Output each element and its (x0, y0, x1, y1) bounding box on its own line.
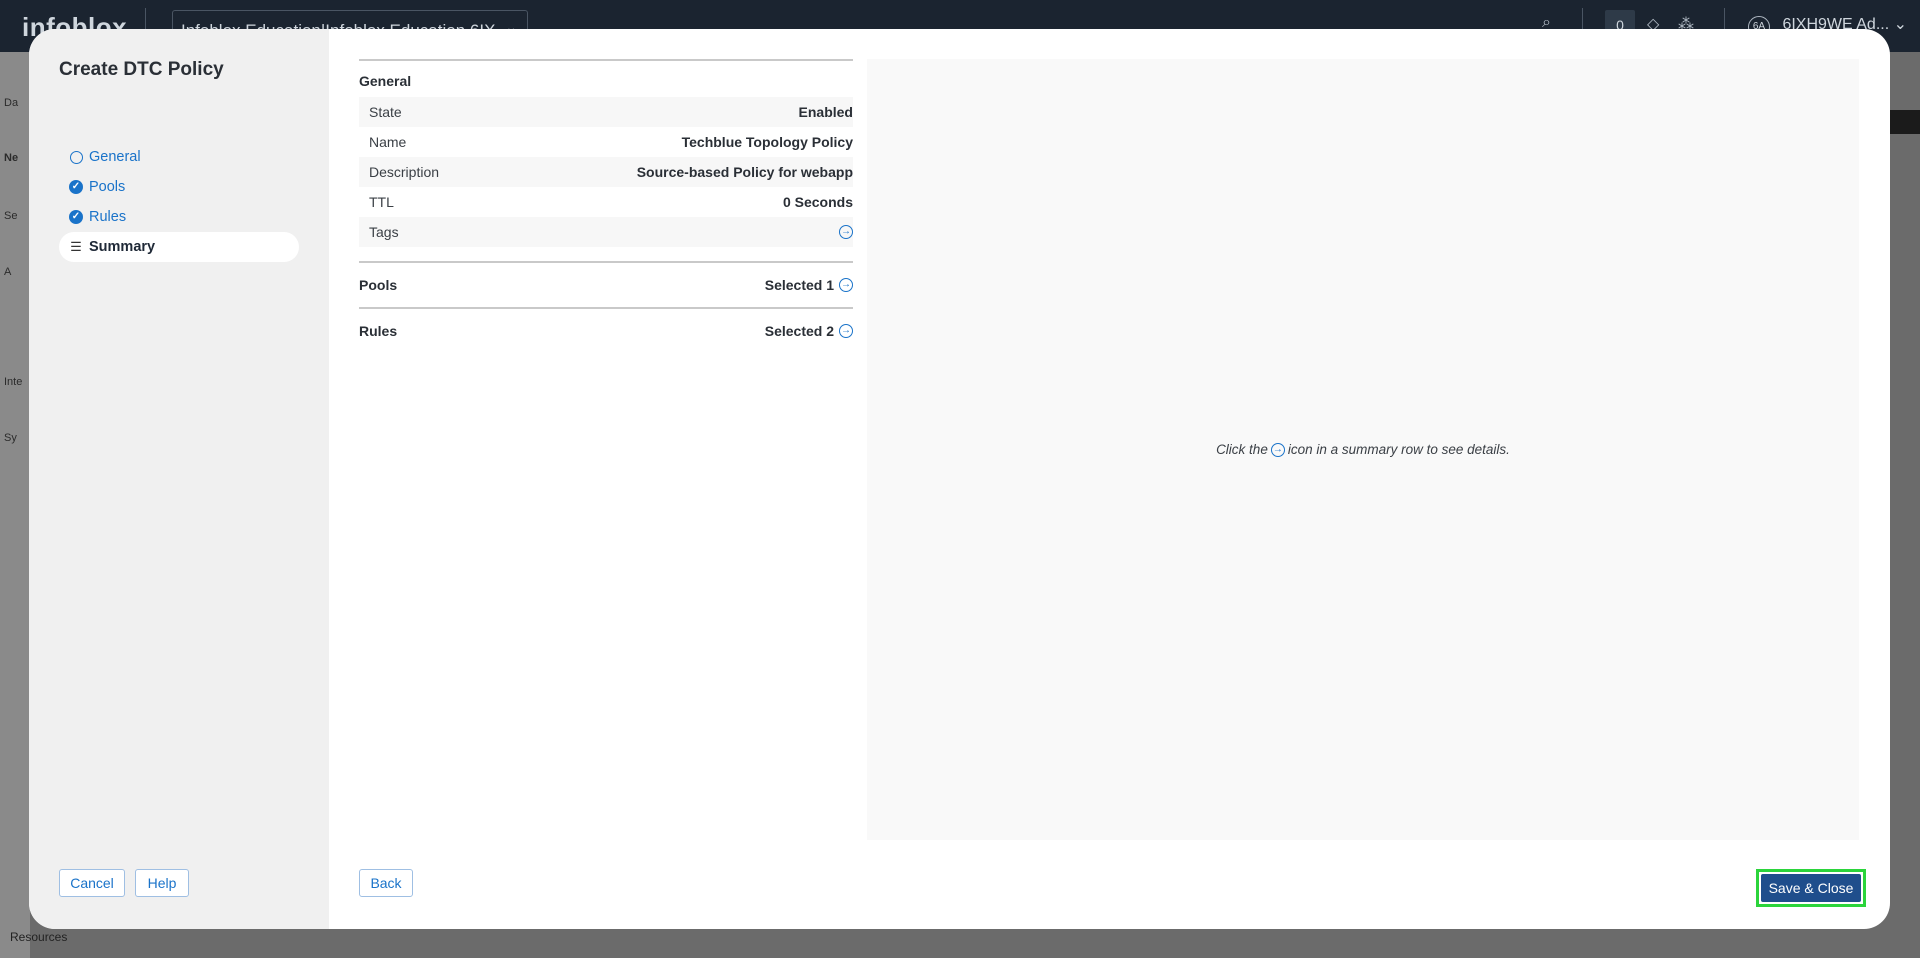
hint-text-before: Click the (1216, 442, 1268, 457)
detail-panel: Click the → icon in a summary row to see… (867, 59, 1859, 840)
background-button (1886, 110, 1920, 134)
help-button[interactable]: Help (135, 869, 189, 897)
summary-row-rules: Rules Selected 2 → (359, 309, 853, 353)
resources-link[interactable]: Resources (10, 930, 67, 944)
sidebar-item-label[interactable]: Da (4, 97, 18, 109)
check-circle-icon: ✓ (69, 210, 83, 224)
summary-row-description: Description Source-based Policy for weba… (359, 157, 853, 187)
row-label: State (369, 104, 402, 120)
row-label: Description (369, 164, 440, 180)
pools-selected-count: Selected 1 (764, 277, 834, 293)
pools-section-title: Pools (359, 277, 398, 293)
cancel-button[interactable]: Cancel (59, 869, 125, 897)
back-button[interactable]: Back (359, 869, 413, 897)
modal-title: Create DTC Policy (59, 59, 224, 80)
summary-row-state: State Enabled (359, 97, 853, 127)
circle-arrow-right-icon[interactable]: → (839, 278, 853, 292)
hint-text-after: icon in a summary row to see details. (1287, 442, 1510, 457)
sidebar-item-label[interactable]: A (4, 266, 11, 278)
row-value: Techblue Topology Policy (681, 134, 853, 150)
chevron-down-icon: ⌄ (1893, 16, 1908, 33)
wizard-sidebar: Create DTC Policy General ✓ Pools ✓ Rule… (29, 29, 329, 929)
detail-hint: Click the → icon in a summary row to see… (1216, 442, 1510, 457)
summary-row-ttl: TTL 0 Seconds (359, 187, 853, 217)
summary-panel: General State Enabled Name Techblue Topo… (359, 59, 853, 353)
rules-selected-count: Selected 2 (764, 323, 834, 339)
step-label: Pools (89, 179, 126, 195)
step-general[interactable]: General (59, 142, 329, 172)
row-value: 0 Seconds (782, 194, 853, 210)
summary-row-name: Name Techblue Topology Policy (359, 127, 853, 157)
general-rows: State Enabled Name Techblue Topology Pol… (359, 97, 853, 247)
circle-arrow-right-icon[interactable]: → (839, 324, 853, 338)
row-label: Tags (369, 224, 399, 240)
step-label: Rules (89, 209, 127, 225)
sidebar-item-label[interactable]: Se (4, 210, 17, 222)
step-summary[interactable]: ☰ Summary (59, 232, 299, 262)
rules-section-title: Rules (359, 323, 398, 339)
row-label: Name (369, 134, 407, 150)
step-pools[interactable]: ✓ Pools (59, 172, 329, 202)
sidebar-item-label[interactable]: Sy (4, 432, 17, 444)
step-label: General (89, 149, 141, 165)
general-section-title: General (359, 73, 412, 89)
step-label: Summary (89, 239, 156, 255)
row-value: Source-based Policy for webapp (636, 164, 853, 180)
save-highlight: Save & Close (1756, 869, 1866, 907)
create-dtc-policy-modal: Create DTC Policy General ✓ Pools ✓ Rule… (29, 29, 1890, 929)
circle-arrow-right-icon[interactable]: → (839, 225, 853, 239)
check-circle-icon: ✓ (69, 180, 83, 194)
app-sidebar: Da Ne Se A Inte Sy (0, 52, 30, 958)
summary-row-tags: Tags → (359, 217, 853, 247)
sidebar-item-label[interactable]: Inte (4, 376, 22, 388)
list-check-icon: ☰ (70, 239, 82, 254)
step-rules[interactable]: ✓ Rules (59, 202, 329, 232)
circle-arrow-right-icon: → (1270, 442, 1285, 457)
summary-row-pools: Pools Selected 1 → (359, 263, 853, 307)
save-and-close-button[interactable]: Save & Close (1761, 874, 1861, 902)
empty-circle-icon (69, 150, 83, 164)
row-value: Enabled (798, 104, 853, 120)
sidebar-item-label[interactable]: Ne (4, 152, 18, 164)
row-label: TTL (369, 194, 394, 210)
wizard-steps: General ✓ Pools ✓ Rules ☰ Summary (59, 142, 329, 262)
